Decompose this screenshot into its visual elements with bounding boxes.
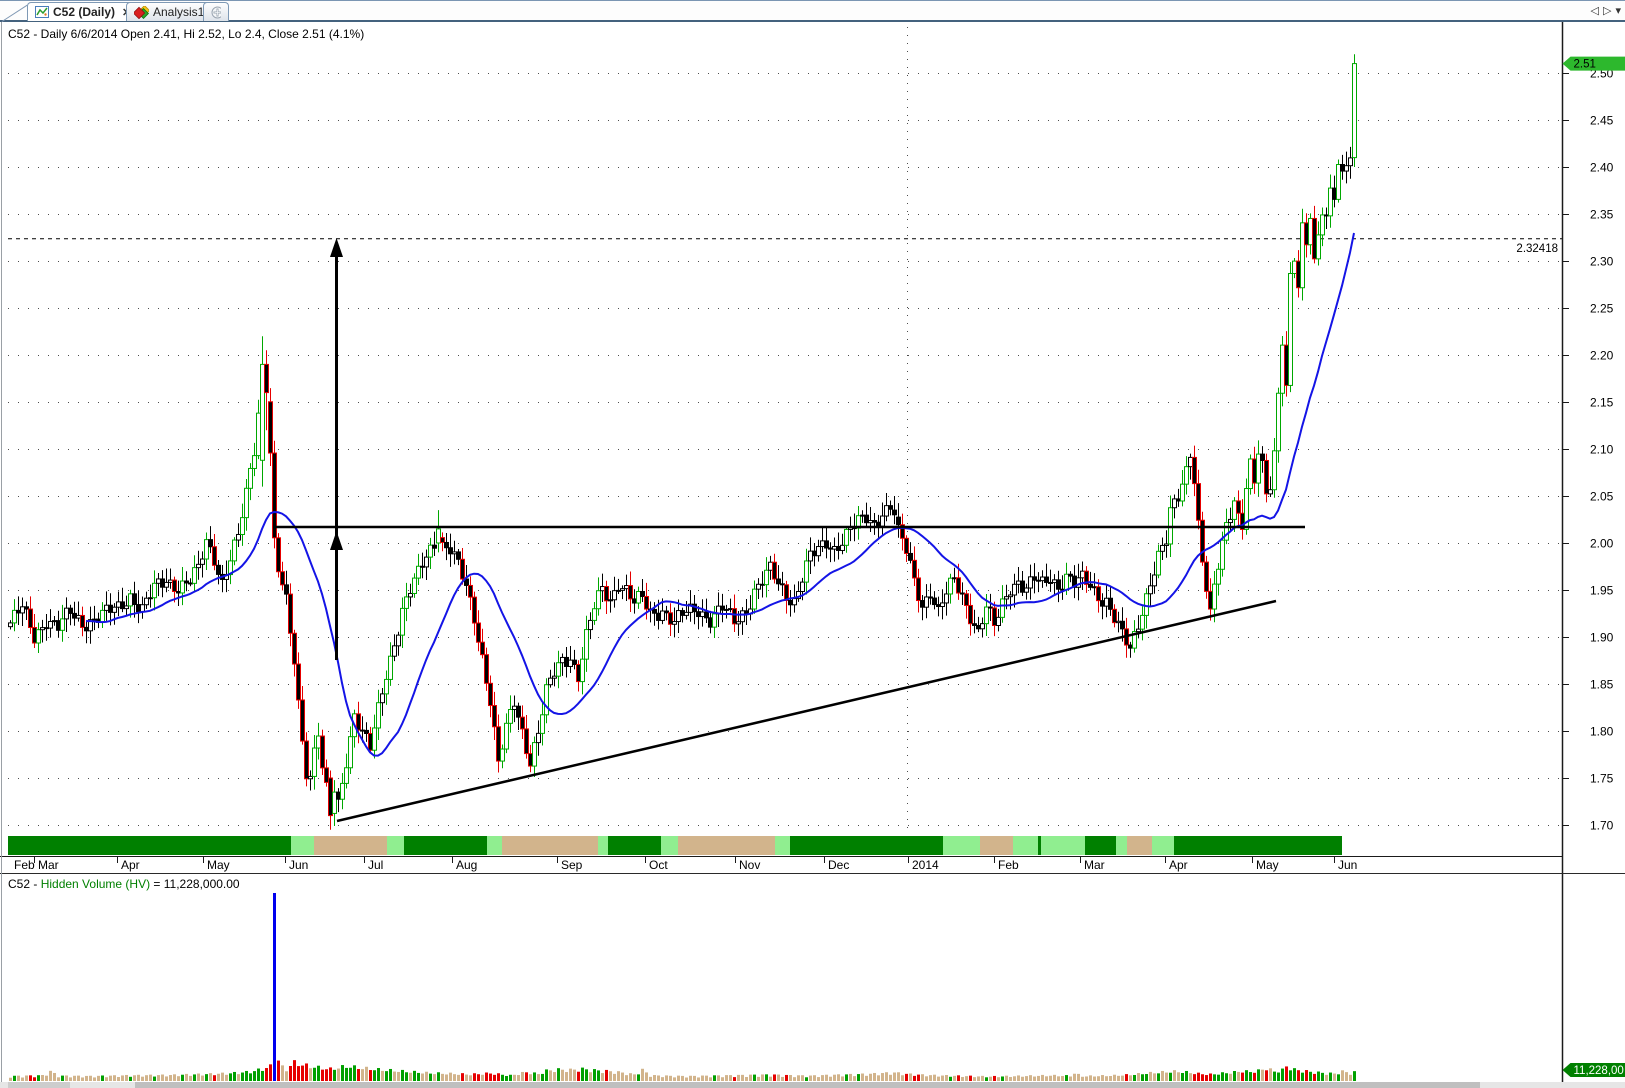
- price-axis-label: 1.95: [1590, 584, 1614, 598]
- price-axis-label: 1.90: [1590, 631, 1614, 645]
- price-axis-label: 2.20: [1590, 349, 1614, 363]
- ribbon-segment: [1152, 836, 1174, 855]
- volume-title-value: = 11,228,000.00: [150, 877, 240, 891]
- volume-bars: [9, 893, 1356, 1081]
- ribbon-segment: [661, 836, 678, 855]
- time-axis-label: Oct: [649, 858, 668, 872]
- price-axis-label: 2.15: [1590, 396, 1614, 410]
- ribbon-segment: [943, 836, 980, 855]
- chart-canvas[interactable]: 2.502.452.402.352.302.252.202.152.102.05…: [0, 0, 1625, 1088]
- scrollbar-segment: [8, 1082, 70, 1088]
- ribbon-segment: [1041, 836, 1085, 855]
- ribbon-segment: [291, 836, 314, 855]
- ribbon-segment: [1085, 836, 1116, 855]
- ribbon-segment: [1127, 836, 1152, 855]
- ribbon-segment: [487, 836, 502, 855]
- scrollbar-thumb[interactable]: [135, 1082, 1480, 1088]
- time-axis-label: Jun: [1338, 858, 1357, 872]
- ribbon-segment: [502, 836, 598, 855]
- time-axis-label: Mar: [1084, 858, 1105, 872]
- level-line-label: 2.32418: [1516, 243, 1558, 255]
- volume-title-symbol: C52 -: [8, 877, 41, 891]
- time-axis-label: Apr: [1169, 858, 1188, 872]
- ribbon-segment: [775, 836, 790, 855]
- chart-title: C52 - Daily 6/6/2014 Open 2.41, Hi 2.52,…: [8, 27, 364, 41]
- candlesticks: [9, 54, 1357, 830]
- price-axis-label: 2.10: [1590, 443, 1614, 457]
- price-axis-label: 2.00: [1590, 537, 1614, 551]
- ribbon-segment: [387, 836, 404, 855]
- price-axis-label: 2.35: [1590, 208, 1614, 222]
- volume-title-indicator: Hidden Volume (HV): [41, 877, 150, 891]
- ribbon-segment: [598, 836, 608, 855]
- ribbon-segment: [8, 836, 291, 855]
- time-axis-label: May: [1256, 858, 1279, 872]
- indicator-ribbon: [0, 836, 1625, 855]
- ribbon-segment: [1174, 836, 1342, 855]
- time-axis-label: Dec: [828, 858, 849, 872]
- price-axis-label: 2.40: [1590, 161, 1614, 175]
- price-axis-label: 1.75: [1590, 772, 1614, 786]
- ribbon-segment: [1116, 836, 1127, 855]
- arrow-head: [330, 238, 343, 257]
- ribbon-segment: [678, 836, 775, 855]
- time-axis-label: Nov: [739, 858, 760, 872]
- charting-app-window: C52 (Daily) ✕ Analysis1 ◁ ▷ ▾ 2.502.452.…: [0, 0, 1625, 1088]
- time-axis-label: Mar: [38, 858, 59, 872]
- time-axis-label: Feb: [14, 858, 35, 872]
- price-axis-label: 2.05: [1590, 490, 1614, 504]
- last-price-badge: 2.51: [1563, 57, 1625, 71]
- price-axis-label: 2.25: [1590, 302, 1614, 316]
- svg-text:11,228,00: 11,228,00: [1574, 1065, 1624, 1077]
- horizontal-scrollbar[interactable]: [0, 1082, 1625, 1088]
- ribbon-segment: [1013, 836, 1038, 855]
- time-axis-label: Feb: [998, 858, 1019, 872]
- ribbon-segment: [314, 836, 387, 855]
- ribbon-segment: [790, 836, 943, 855]
- price-axis-label: 1.85: [1590, 678, 1614, 692]
- time-axis: FebMarAprMayJunJulAugSepOctNovDec2014Feb…: [14, 857, 1357, 872]
- price-axis-label: 1.80: [1590, 725, 1614, 739]
- ribbon-segment: [980, 836, 1013, 855]
- ribbon-segment: [608, 836, 661, 855]
- time-axis-label: Apr: [121, 858, 140, 872]
- time-axis-label: May: [207, 858, 230, 872]
- arrow-head: [330, 531, 343, 550]
- volume-pane-title: C52 - Hidden Volume (HV) = 11,228,000.00: [8, 877, 240, 891]
- time-axis-label: Jun: [289, 858, 308, 872]
- time-axis-label: 2014: [912, 858, 939, 872]
- time-axis-label: Sep: [561, 858, 583, 872]
- svg-text:2.51: 2.51: [1574, 59, 1596, 71]
- volume-value-badge: 11,228,00: [1563, 1063, 1625, 1077]
- ribbon-segment: [404, 836, 487, 855]
- price-axis-label: 2.30: [1590, 255, 1614, 269]
- time-axis-label: Aug: [456, 858, 477, 872]
- price-axis-label: 1.70: [1590, 819, 1614, 833]
- price-axis-label: 2.45: [1590, 114, 1614, 128]
- gridlines: 2.502.452.402.352.302.252.202.152.102.05…: [8, 67, 1614, 833]
- time-axis-label: Jul: [368, 858, 383, 872]
